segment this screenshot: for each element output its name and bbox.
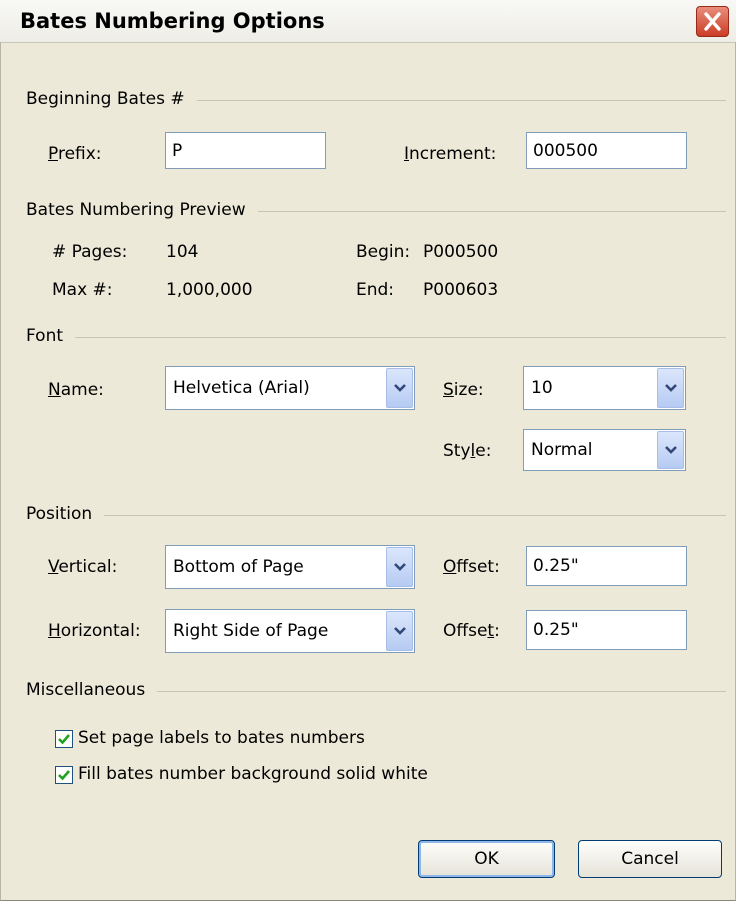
title-bar[interactable]: Bates Numbering Options — [0, 0, 736, 43]
prefix-input[interactable] — [165, 132, 326, 169]
end-label: End: — [356, 280, 395, 300]
font-name-select[interactable]: Helvetica (Arial) — [165, 366, 415, 410]
begin-value: P000500 — [423, 242, 499, 262]
close-button[interactable] — [696, 6, 729, 37]
increment-label: Increment: — [404, 144, 497, 164]
dialog-title: Bates Numbering Options — [20, 9, 325, 33]
dropdown-button[interactable] — [386, 547, 413, 587]
chevron-down-icon — [664, 384, 677, 392]
miscellaneous-section: Miscellaneous — [26, 680, 726, 700]
max-label: Max #: — [52, 280, 113, 300]
horizontal-offset-input[interactable] — [526, 610, 687, 650]
beginning-bates-section: Beginning Bates # — [26, 89, 726, 109]
font-name-label: Name: — [48, 380, 104, 400]
checkmark-icon — [58, 770, 70, 781]
vertical-offset-label: Offset: — [443, 557, 500, 577]
font-size-select[interactable]: 10 — [523, 366, 686, 410]
divider — [257, 210, 726, 212]
ok-button[interactable]: OK — [418, 840, 555, 878]
font-style-select[interactable]: Normal — [523, 429, 686, 471]
font-style-label: Style: — [443, 441, 492, 461]
horizontal-label: Horizontal: — [48, 621, 141, 641]
select-value: Bottom of Page — [173, 557, 304, 577]
close-icon — [704, 12, 721, 31]
section-heading: Position — [26, 504, 93, 524]
begin-label: Begin: — [356, 242, 411, 262]
dropdown-button[interactable] — [657, 368, 684, 408]
vertical-position-select[interactable]: Bottom of Page — [165, 545, 415, 589]
chevron-down-icon — [393, 627, 406, 635]
chevron-down-icon — [664, 446, 677, 454]
horizontal-position-select[interactable]: Right Side of Page — [165, 609, 415, 653]
divider — [157, 690, 726, 692]
prefix-label: Prefix: — [48, 144, 102, 164]
cancel-button[interactable]: Cancel — [578, 840, 722, 878]
dropdown-button[interactable] — [386, 611, 413, 651]
section-heading: Bates Numbering Preview — [26, 200, 246, 220]
page-labels-checkbox[interactable] — [55, 730, 73, 748]
dropdown-button[interactable] — [657, 431, 684, 469]
max-value: 1,000,000 — [166, 280, 253, 300]
dropdown-button[interactable] — [386, 368, 413, 408]
fill-background-checkbox-label[interactable]: Fill bates number background solid white — [78, 764, 428, 784]
section-heading: Beginning Bates # — [26, 89, 185, 109]
divider — [104, 514, 726, 516]
fill-background-checkbox[interactable] — [55, 766, 73, 784]
vertical-label: Vertical: — [48, 557, 118, 577]
page-labels-checkbox-label[interactable]: Set page labels to bates numbers — [78, 728, 365, 748]
preview-section: Bates Numbering Preview — [26, 200, 726, 220]
chevron-down-icon — [393, 563, 406, 571]
horizontal-offset-label: Offset: — [443, 621, 500, 641]
end-value: P000603 — [423, 280, 499, 300]
checkmark-icon — [58, 734, 70, 745]
vertical-offset-input[interactable] — [526, 546, 687, 586]
select-value: Helvetica (Arial) — [173, 378, 310, 398]
section-heading: Font — [26, 326, 64, 346]
divider — [75, 336, 726, 338]
divider — [196, 99, 726, 101]
pages-value: 104 — [166, 242, 199, 262]
section-heading: Miscellaneous — [26, 680, 146, 700]
increment-input[interactable] — [526, 132, 687, 169]
pages-label: # Pages: — [52, 242, 128, 262]
font-section: Font — [26, 326, 726, 346]
position-section: Position — [26, 504, 726, 524]
select-value: Right Side of Page — [173, 621, 329, 641]
chevron-down-icon — [393, 384, 406, 392]
select-value: 10 — [531, 378, 553, 398]
font-size-label: Size: — [443, 380, 484, 400]
select-value: Normal — [531, 440, 593, 460]
